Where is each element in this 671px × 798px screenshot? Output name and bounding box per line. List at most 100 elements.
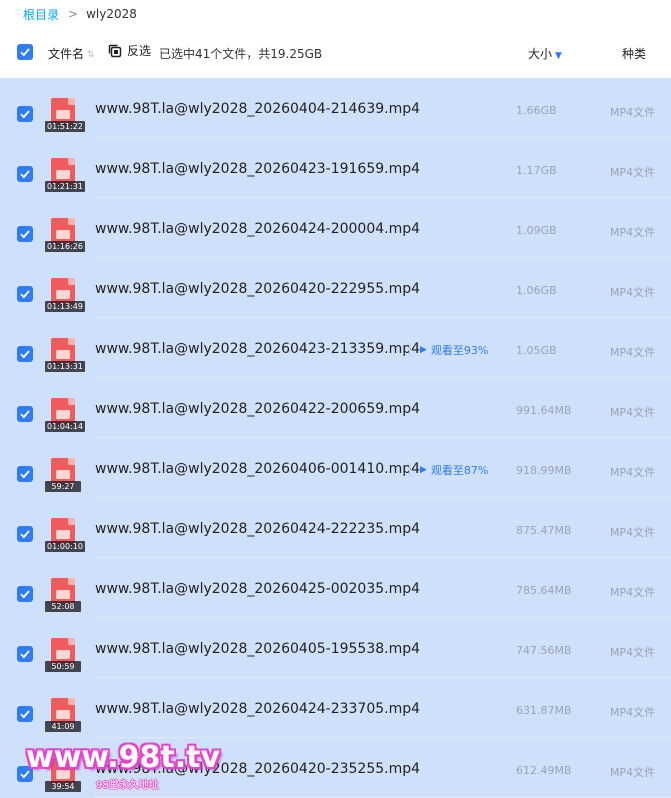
file-checkbox[interactable] [17, 586, 33, 602]
video-duration: 50:59 [45, 661, 81, 672]
checkmark-icon [20, 410, 30, 419]
file-doc-mark [56, 230, 70, 239]
video-file-icon: 59:27 [45, 458, 81, 492]
file-row[interactable]: 59:27 www.98T.la@wly2028_20260406-001410.… [0, 438, 671, 498]
file-doc-mark [56, 110, 70, 119]
file-name[interactable]: www.98T.la@wly2028_20260424-200004.mp4 [95, 221, 420, 237]
file-row[interactable]: 01:13:49 www.98T.la@wly2028_20260420-2229… [0, 258, 671, 318]
video-file-icon: 01:13:49 [45, 278, 85, 312]
column-header-size-label: 大小 [528, 47, 553, 61]
column-header-size[interactable]: 大小 ▼ [528, 45, 562, 62]
file-size: 612.49MB [516, 764, 572, 777]
file-name[interactable]: www.98T.la@wly2028_20260405-195538.mp4 [95, 641, 420, 657]
file-row[interactable]: 01:16:26 www.98T.la@wly2028_20260424-2000… [0, 198, 671, 258]
file-checkbox[interactable] [17, 346, 33, 362]
file-size: 785.64MB [516, 584, 572, 597]
file-size: 747.56MB [516, 644, 572, 657]
checkmark-icon [20, 110, 30, 119]
file-size: 1.17GB [516, 164, 557, 177]
file-checkbox[interactable] [17, 166, 33, 182]
video-duration: 59:27 [45, 481, 81, 492]
file-size: 1.66GB [516, 104, 557, 117]
file-type: MP4文件 [610, 766, 656, 779]
file-checkbox[interactable] [17, 466, 33, 482]
watch-progress[interactable]: ▶ 观看至93% [409, 343, 488, 357]
video-duration: 01:13:31 [45, 361, 85, 372]
file-checkbox[interactable] [17, 706, 33, 722]
file-row[interactable]: 41:09 www.98T.la@wly2028_20260424-233705.… [0, 678, 671, 738]
column-header-name[interactable]: 文件名 ⇅ [48, 45, 95, 62]
checkmark-icon [20, 530, 30, 539]
invert-selection-icon [108, 44, 122, 57]
video-file-icon: 01:21:31 [45, 158, 85, 192]
breadcrumb-root-link[interactable]: 根目录 [23, 6, 59, 23]
file-row[interactable]: 01:04:14 www.98T.la@wly2028_20260422-2006… [0, 378, 671, 438]
invert-selection-button[interactable]: 反选 [107, 42, 151, 59]
checkmark-icon [20, 170, 30, 179]
file-checkbox[interactable] [17, 226, 33, 242]
column-header-name-label: 文件名 [48, 47, 85, 61]
watch-progress[interactable]: ▶ 观看至87% [409, 463, 488, 477]
file-size: 991.64MB [516, 404, 572, 417]
file-checkbox[interactable] [17, 106, 33, 122]
checkmark-icon [20, 590, 30, 599]
watermark-subtext: 98堂永久地址 [96, 780, 159, 791]
select-all-checkbox[interactable] [17, 44, 33, 60]
file-list-header: 文件名 ⇅ 反选 已选中41个文件，共19.25GB 大小 ▼ 种类 [0, 30, 671, 74]
file-name[interactable]: www.98T.la@wly2028_20260404-214639.mp4 [95, 101, 420, 117]
checkmark-icon [20, 230, 30, 239]
video-duration: 01:51:22 [45, 121, 85, 132]
file-type: MP4文件 [610, 106, 656, 119]
video-file-icon: 01:04:14 [45, 398, 85, 432]
file-name[interactable]: www.98T.la@wly2028_20260406-001410.mp4 [95, 461, 420, 477]
play-icon: ▶ [420, 465, 427, 475]
sort-icon: ⇅ [87, 49, 95, 60]
file-name[interactable]: www.98T.la@wly2028_20260424-222235.mp4 [95, 521, 420, 537]
file-type: MP4文件 [610, 406, 656, 419]
file-type: MP4文件 [610, 166, 656, 179]
checkmark-icon [20, 710, 30, 719]
video-duration: 52:08 [45, 601, 81, 612]
file-size: 1.09GB [516, 224, 557, 237]
file-name[interactable]: www.98T.la@wly2028_20260424-233705.mp4 [95, 701, 420, 717]
file-row[interactable]: 50:59 www.98T.la@wly2028_20260405-195538.… [0, 618, 671, 678]
checkmark-icon [20, 48, 30, 57]
file-row[interactable]: 01:13:31 www.98T.la@wly2028_20260423-2133… [0, 318, 671, 378]
file-checkbox[interactable] [17, 406, 33, 422]
file-size: 631.87MB [516, 704, 572, 717]
video-duration: 01:04:14 [45, 421, 85, 432]
file-doc-mark [56, 650, 70, 659]
breadcrumb-current-folder: wly2028 [86, 7, 137, 21]
file-doc-mark [56, 710, 70, 719]
file-row[interactable]: 01:21:31 www.98T.la@wly2028_20260423-1916… [0, 138, 671, 198]
video-file-icon: 01:00:10 [45, 518, 85, 552]
sort-descending-icon: ▼ [555, 51, 562, 61]
video-file-icon: 01:51:22 [45, 98, 85, 132]
file-name[interactable]: www.98T.la@wly2028_20260420-222955.mp4 [95, 281, 420, 297]
file-name[interactable]: www.98T.la@wly2028_20260425-002035.mp4 [95, 581, 420, 597]
video-file-icon: 52:08 [45, 578, 81, 612]
play-icon: ▶ [420, 345, 427, 355]
video-duration: 01:13:49 [45, 301, 85, 312]
video-duration: 01:21:31 [45, 181, 85, 192]
file-checkbox[interactable] [17, 646, 33, 662]
invert-selection-label: 反选 [127, 44, 152, 58]
file-type: MP4文件 [610, 586, 656, 599]
file-doc-mark [56, 290, 70, 299]
breadcrumb: 根目录 > wly2028 [0, 0, 671, 28]
file-row[interactable]: 01:51:22 www.98T.la@wly2028_20260404-2146… [0, 78, 671, 138]
file-row[interactable]: 01:00:10 www.98T.la@wly2028_20260424-2222… [0, 498, 671, 558]
file-name[interactable]: www.98T.la@wly2028_20260423-191659.mp4 [95, 161, 420, 177]
breadcrumb-separator-icon: > [68, 7, 79, 21]
file-checkbox[interactable] [17, 526, 33, 542]
file-name[interactable]: www.98T.la@wly2028_20260422-200659.mp4 [95, 401, 420, 417]
file-name[interactable]: www.98T.la@wly2028_20260423-213359.mp4 [95, 341, 420, 357]
file-row[interactable]: 52:08 www.98T.la@wly2028_20260425-002035.… [0, 558, 671, 618]
file-checkbox[interactable] [17, 286, 33, 302]
column-header-type[interactable]: 种类 [622, 45, 646, 62]
video-file-icon: 41:09 [45, 698, 81, 732]
video-file-icon: 01:16:26 [45, 218, 85, 252]
file-type: MP4文件 [610, 226, 656, 239]
file-doc-mark [56, 350, 70, 359]
video-duration: 41:09 [45, 721, 81, 732]
